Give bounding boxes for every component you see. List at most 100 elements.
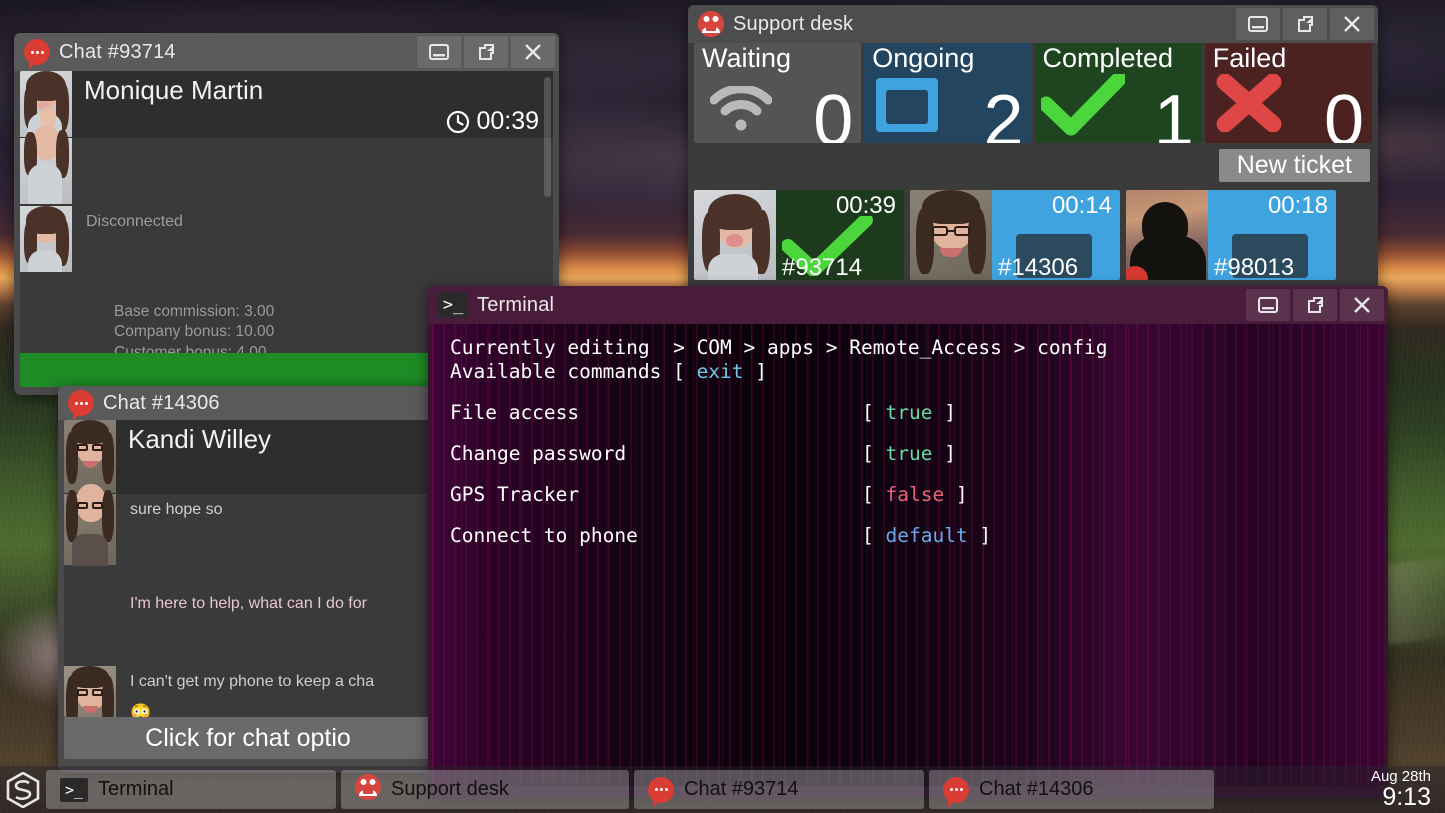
clock-icon: [447, 110, 470, 133]
config-value-text: true: [885, 401, 933, 424]
config-value[interactable]: [ true ]: [862, 442, 956, 465]
list-item: sure hope so: [64, 484, 432, 566]
list-item: I can't get my phone to keep a cha 😳: [64, 666, 432, 717]
terminal-body[interactable]: Currently editing > COM > apps > Remote_…: [432, 324, 1384, 786]
available-label: Available commands: [450, 359, 662, 383]
avatar: [20, 126, 72, 204]
checkmark-icon: [1038, 71, 1126, 141]
chat1-timer: 00:39: [446, 107, 539, 136]
taskbar-item-label: Terminal: [98, 778, 174, 800]
chat-bubble-icon: [648, 776, 674, 808]
terminal-breadcrumb-line: Currently editing > COM > apps > Remote_…: [450, 336, 1108, 359]
terminal-title: Terminal: [477, 293, 555, 316]
chat1-window-buttons[interactable]: [417, 36, 555, 68]
chat1-scrollbar[interactable]: [544, 77, 551, 197]
avatar: [910, 190, 992, 280]
avatar: [64, 484, 116, 566]
maximize-icon[interactable]: [1283, 8, 1327, 40]
close-icon[interactable]: [1330, 8, 1374, 40]
chat-window-14306[interactable]: Chat #14306 Kandi Willey sure hope so I'…: [58, 386, 438, 773]
close-icon[interactable]: [511, 36, 555, 68]
support-stat-cards: Waiting 0 Ongoing 2 Completed 1 Failed 0: [688, 43, 1378, 143]
minimize-icon[interactable]: [1236, 8, 1280, 40]
support-people-icon: [355, 773, 381, 806]
stat-card-value: 1: [1153, 81, 1194, 143]
editing-label: Currently editing: [450, 336, 650, 359]
avatar: [1126, 190, 1208, 280]
message-text: I can't get my phone to keep a cha: [130, 673, 375, 690]
window-icon: [874, 76, 940, 139]
hex-s-logo-icon[interactable]: [0, 766, 46, 813]
config-value[interactable]: [ false ]: [862, 483, 968, 506]
avatar: [694, 190, 776, 280]
ticket-info: 00:39 #93714: [776, 190, 904, 280]
config-name: GPS Tracker: [450, 483, 580, 506]
breadcrumb-config[interactable]: config: [1037, 336, 1107, 359]
ticket-id: #93714: [782, 254, 863, 280]
support-people-icon: [698, 11, 724, 37]
support-titlebar[interactable]: Support desk: [688, 5, 1378, 43]
list-item: Disconnected: [20, 206, 553, 276]
avatar: [64, 666, 116, 717]
taskbar: >_ Terminal Support desk Chat #93714 Cha…: [0, 766, 1445, 813]
minimize-icon[interactable]: [417, 36, 461, 68]
config-row-file-access[interactable]: File access [ true ]: [450, 401, 1384, 424]
breadcrumb-remote-access[interactable]: Remote_Access: [849, 336, 1002, 359]
maximize-icon[interactable]: [464, 36, 508, 68]
ticket-98013[interactable]: 00:18 #98013: [1126, 190, 1336, 280]
chat-options-button[interactable]: Click for chat optio: [64, 717, 432, 759]
taskbar-item-chat-93714[interactable]: Chat #93714: [634, 770, 924, 809]
chat2-customer-name: Kandi Willey: [128, 424, 272, 454]
minimize-icon[interactable]: [1246, 289, 1290, 321]
ticket-info: 00:14 #14306: [992, 190, 1120, 280]
taskbar-clock: Aug 28th 9:13: [1370, 767, 1431, 812]
taskbar-item-label: Support desk: [391, 778, 509, 800]
new-ticket-button[interactable]: New ticket: [1218, 149, 1370, 182]
config-row-gps-tracker[interactable]: GPS Tracker [ false ]: [450, 483, 1384, 506]
ticket-id: #98013: [1214, 254, 1295, 280]
config-row-connect-to-phone[interactable]: Connect to phone [ default ]: [450, 524, 1384, 547]
chat2-titlebar[interactable]: Chat #14306: [58, 386, 438, 421]
clock-time: 9:13: [1382, 783, 1431, 812]
breadcrumb-com[interactable]: COM: [697, 336, 732, 359]
command-exit[interactable]: exit: [697, 360, 744, 383]
terminal-prompt-icon: >_: [60, 777, 88, 802]
taskbar-item-chat-14306[interactable]: Chat #14306: [929, 770, 1214, 809]
chat-bubble-icon: [68, 390, 94, 421]
stat-card-waiting[interactable]: Waiting 0: [694, 43, 862, 143]
taskbar-item-support-desk[interactable]: Support desk: [341, 770, 629, 809]
breadcrumb-apps[interactable]: apps: [767, 336, 814, 359]
ticket-timer: 00:18: [1267, 192, 1328, 219]
stat-card-failed[interactable]: Failed 0: [1204, 43, 1372, 143]
desktop: Chat #93714 Monique Martin 00:39 Disconn…: [0, 0, 1445, 813]
taskbar-item-terminal[interactable]: >_ Terminal: [46, 770, 336, 809]
config-value[interactable]: [ default ]: [862, 524, 991, 547]
stat-card-value: 2: [983, 81, 1024, 143]
config-value-text: default: [885, 524, 968, 547]
ticket-timer: 00:14: [1051, 192, 1112, 219]
support-window-buttons[interactable]: [1236, 8, 1374, 40]
ticket-14306[interactable]: 00:14 #14306: [910, 190, 1120, 280]
config-value[interactable]: [ true ]: [862, 401, 956, 424]
support-ticket-list: 00:39 #93714 00:14 #14306 00:18 #98013: [688, 186, 1378, 288]
close-icon[interactable]: [1340, 289, 1384, 321]
ticket-info: 00:18 #98013: [1208, 190, 1336, 280]
stat-card-completed[interactable]: Completed 1: [1034, 43, 1202, 143]
ticket-id: #14306: [998, 254, 1079, 280]
support-title: Support desk: [733, 12, 854, 35]
support-desk-window[interactable]: Support desk Waiting 0 Ongoing 2 Complet…: [688, 5, 1378, 295]
message-text: I'm here to help, what can I do for: [130, 595, 367, 612]
chat1-titlebar[interactable]: Chat #93714: [14, 33, 559, 71]
terminal-titlebar[interactable]: >_ Terminal: [428, 286, 1388, 324]
terminal-window[interactable]: >_ Terminal Currently editing > COM > ap…: [428, 286, 1388, 798]
terminal-window-buttons[interactable]: [1246, 289, 1384, 321]
chat2-message-list: sure hope so I'm here to help, what can …: [64, 484, 432, 717]
maximize-icon[interactable]: [1293, 289, 1337, 321]
clock-date: Aug 28th: [1370, 767, 1431, 785]
stat-card-label: Failed: [1212, 43, 1287, 73]
chat-bubble-icon: [24, 39, 50, 70]
ticket-93714[interactable]: 00:39 #93714: [694, 190, 904, 280]
config-row-change-password[interactable]: Change password [ true ]: [450, 442, 1384, 465]
stat-card-label: Completed: [1042, 43, 1174, 73]
stat-card-ongoing[interactable]: Ongoing 2: [864, 43, 1032, 143]
